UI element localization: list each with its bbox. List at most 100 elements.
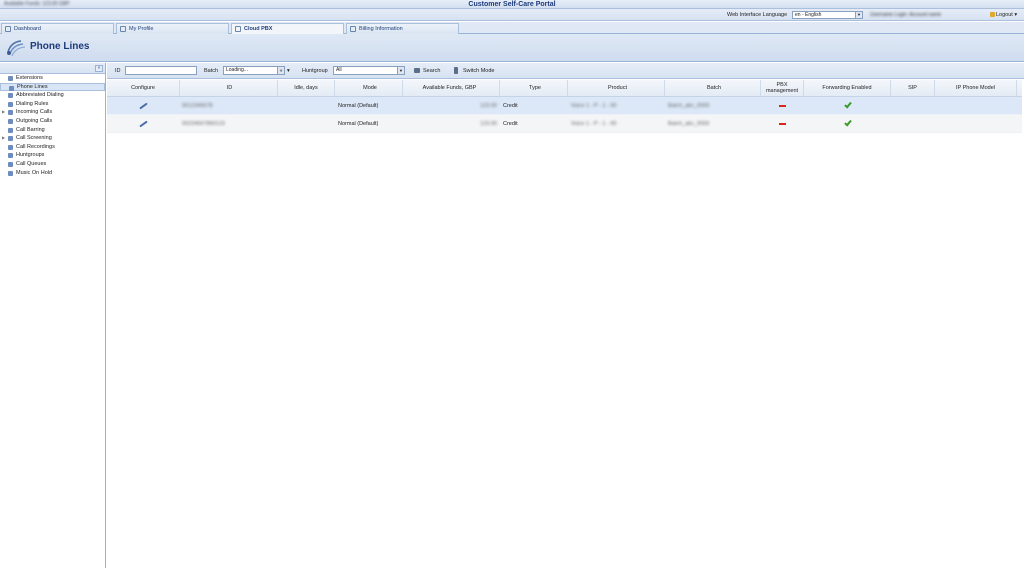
forwarding-enabled-cell — [804, 115, 891, 132]
sidebar-item-label: Call Recordings — [16, 143, 55, 150]
sidebar: « Extensions Phone Lines Abbreviated Dia… — [0, 63, 106, 568]
sidebar-item-incoming-calls[interactable]: ▶ Incoming Calls — [0, 108, 105, 117]
table-row[interactable]: 0012345678 Normal (Default) 123.00 Credi… — [107, 97, 1022, 115]
page-header: Phone Lines — [0, 34, 1024, 62]
wrench-icon[interactable] — [139, 120, 148, 127]
switch-mode-icon — [454, 67, 458, 74]
column-header-pbx-management[interactable]: PBX management — [761, 80, 804, 96]
mode-cell: Normal (Default) — [338, 102, 379, 109]
language-select[interactable]: en - English ▼ — [792, 11, 863, 19]
search-button[interactable]: Search — [414, 63, 440, 79]
sidebar-item-call-recordings[interactable]: Call Recordings — [0, 143, 105, 152]
column-header-configure[interactable]: Configure — [107, 80, 180, 96]
column-header-mode[interactable]: Mode — [335, 80, 403, 96]
huntgroups-icon — [8, 153, 13, 159]
extensions-icon — [8, 76, 13, 81]
sidebar-item-phone-lines[interactable]: Phone Lines — [0, 82, 105, 92]
sidebar-item-label: Extensions — [16, 75, 43, 81]
huntgroup-filter-select[interactable]: All ▼ — [333, 66, 405, 75]
sidebar-item-call-barring[interactable]: Call Barring — [0, 126, 105, 135]
collapse-sidebar-button[interactable]: « — [95, 65, 103, 72]
tab-dashboard[interactable]: Dashboard — [1, 23, 114, 34]
sidebar-item-label: Outgoing Calls — [16, 117, 53, 124]
tab-billing-information[interactable]: Billing Information — [346, 23, 459, 34]
language-label: Web Interface Language — [727, 12, 788, 18]
wrench-icon[interactable] — [139, 102, 148, 109]
cloud-pbx-icon — [235, 26, 241, 32]
main-tabs: Dashboard My Profile Cloud PBX Billing I… — [0, 22, 1024, 34]
sidebar-item-call-screening[interactable]: ▶ Call Screening — [0, 134, 105, 143]
tab-label: My Profile — [129, 26, 154, 32]
incoming-calls-icon — [8, 110, 13, 116]
sidebar-header: « — [0, 63, 105, 74]
column-header-batch[interactable]: Batch — [665, 80, 761, 96]
sidebar-item-music-on-hold[interactable]: Music On Hold — [0, 169, 105, 178]
dialing-rules-icon — [8, 101, 13, 107]
grid-header: Configure ID Idle, days Mode Available F… — [107, 80, 1022, 97]
tab-my-profile[interactable]: My Profile — [116, 23, 229, 34]
column-header-sip[interactable]: SIP — [891, 80, 935, 96]
dashboard-icon — [5, 26, 11, 32]
page-title: Phone Lines — [30, 41, 90, 52]
sidebar-item-dialing-rules[interactable]: Dialing Rules — [0, 100, 105, 109]
logout-label: Logout — [996, 12, 1013, 18]
search-button-label: Search — [423, 68, 441, 74]
phone-lines-icon — [9, 85, 14, 91]
chevron-down-icon[interactable]: ▼ — [397, 67, 404, 74]
id-filter-label: ID — [115, 68, 121, 74]
call-queues-icon — [8, 161, 13, 167]
idle-days-cell — [278, 97, 335, 114]
music-on-hold-icon — [8, 170, 13, 176]
huntgroup-filter-label: Huntgroup — [302, 68, 328, 74]
column-header-id[interactable]: ID — [180, 80, 278, 96]
id-filter-input[interactable] — [125, 66, 197, 75]
disabled-dash-icon — [779, 104, 786, 107]
tab-label: Billing Information — [359, 26, 403, 32]
switch-mode-button[interactable]: Switch Mode — [454, 63, 495, 79]
sidebar-item-extensions[interactable]: Extensions — [0, 74, 105, 83]
expand-arrow-icon[interactable]: ▶ — [2, 108, 5, 117]
sidebar-item-abbreviated-dialing[interactable]: Abbreviated Dialing — [0, 91, 105, 100]
configure-cell[interactable] — [107, 115, 180, 132]
configure-cell[interactable] — [107, 97, 180, 114]
sidebar-item-label: Phone Lines — [17, 83, 48, 90]
line-id-cell: 0012345678 — [182, 102, 213, 109]
idle-days-cell — [278, 115, 335, 132]
tab-label: Cloud PBX — [244, 26, 273, 32]
app-title-bar: Available Funds: 123.00 GBP Customer Sel… — [0, 0, 1024, 9]
column-header-product[interactable]: Product — [568, 80, 665, 96]
batch-dropdown-arrow[interactable]: ▾ — [287, 63, 290, 79]
search-icon — [414, 68, 420, 73]
batch-filter-label: Batch — [204, 68, 219, 74]
call-recordings-icon — [8, 144, 13, 150]
sidebar-item-label: Incoming Calls — [16, 109, 53, 116]
sidebar-item-outgoing-calls[interactable]: Outgoing Calls — [0, 117, 105, 126]
sidebar-item-label: Call Screening — [16, 135, 52, 142]
outgoing-calls-icon — [8, 118, 13, 124]
forwarding-enabled-cell — [804, 97, 891, 114]
column-header-available-funds[interactable]: Available Funds, GBP — [403, 80, 500, 96]
chevron-down-icon[interactable]: ▼ — [855, 12, 862, 18]
call-screening-icon — [8, 136, 13, 142]
tab-cloud-pbx[interactable]: Cloud PBX — [231, 23, 344, 34]
filter-toolbar: ID Batch Loading... ✳ ▾ Huntgroup All ▼ … — [107, 63, 1024, 79]
sidebar-item-label: Call Barring — [16, 126, 45, 133]
column-header-ip-phone-model[interactable]: IP Phone Model — [935, 80, 1017, 96]
column-header-forwarding-enabled[interactable]: Forwarding Enabled — [804, 80, 891, 96]
phone-lines-grid: Configure ID Idle, days Mode Available F… — [107, 80, 1022, 133]
language-bar: Web Interface Language en - English ▼ Us… — [0, 9, 1024, 21]
abbreviated-dialing-icon — [8, 93, 13, 99]
expand-arrow-icon[interactable]: ▶ — [2, 134, 5, 143]
column-header-type[interactable]: Type — [500, 80, 568, 96]
disabled-dash-icon — [779, 122, 786, 125]
sidebar-item-huntgroups[interactable]: Huntgroups — [0, 151, 105, 160]
batch-filter-select[interactable]: Loading... ✳ — [223, 66, 285, 75]
column-header-idle[interactable]: Idle, days — [278, 80, 335, 96]
logout-button[interactable]: Logout ▾ — [990, 9, 1017, 21]
sidebar-item-call-queues[interactable]: Call Queues — [0, 160, 105, 169]
available-funds-cell: 123.00 — [480, 120, 497, 127]
table-row[interactable]: 00234567890123 Normal (Default) 123.00 C… — [107, 115, 1022, 133]
sidebar-item-label: Huntgroups — [16, 152, 45, 159]
batch-filter-value: Loading... — [226, 67, 248, 73]
sip-cell — [891, 97, 935, 114]
